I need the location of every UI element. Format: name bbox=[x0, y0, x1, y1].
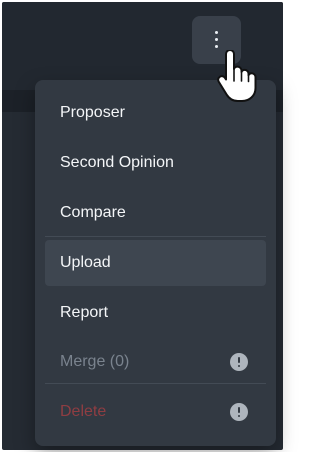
menu-item-label: Proposer bbox=[60, 104, 125, 121]
warning-circle-icon bbox=[230, 403, 248, 421]
warning-circle-icon bbox=[230, 353, 248, 371]
menu-item-merge: Merge (0) bbox=[45, 339, 266, 385]
menu-separator bbox=[45, 236, 266, 237]
menu-item-report[interactable]: Report bbox=[45, 290, 266, 336]
menu-item-delete: Delete bbox=[45, 389, 266, 435]
menu-item-label: Merge (0) bbox=[60, 353, 130, 370]
more-options-button[interactable] bbox=[192, 16, 241, 64]
menu-item-label: Second Opinion bbox=[60, 154, 174, 171]
kebab-vertical-icon bbox=[214, 30, 219, 50]
menu-item-compare[interactable]: Compare bbox=[45, 190, 266, 236]
menu-item-upload[interactable]: Upload bbox=[45, 240, 266, 286]
menu-item-label: Compare bbox=[60, 204, 126, 221]
menu-separator bbox=[45, 383, 266, 384]
menu-item-second-opinion[interactable]: Second Opinion bbox=[45, 140, 266, 186]
menu-item-label: Upload bbox=[60, 254, 111, 271]
context-menu: Proposer Second Opinion Compare Upload R… bbox=[35, 80, 276, 446]
menu-item-label: Report bbox=[60, 304, 109, 321]
menu-item-label: Delete bbox=[60, 403, 107, 420]
menu-item-proposer[interactable]: Proposer bbox=[45, 90, 266, 136]
